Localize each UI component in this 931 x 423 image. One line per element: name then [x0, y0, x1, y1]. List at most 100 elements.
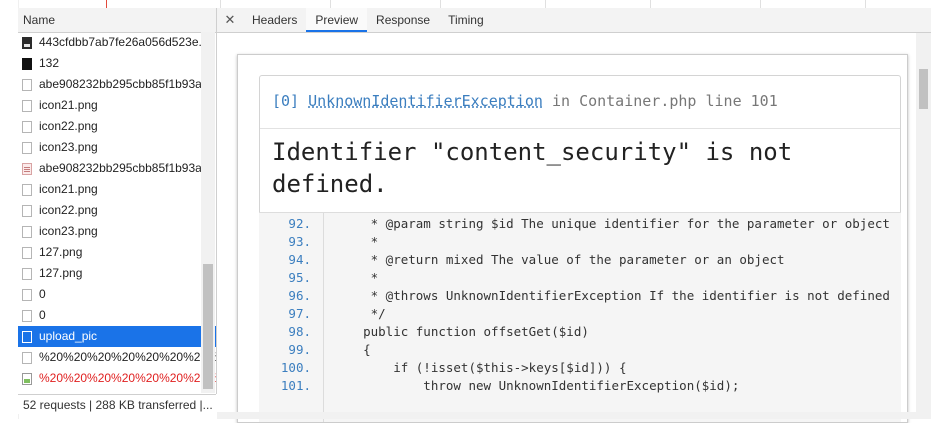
- code-line: 100. if (!isset($this->keys[$id])) {: [259, 359, 899, 377]
- request-row[interactable]: icon21.png: [18, 179, 216, 200]
- file-icon: [22, 204, 32, 217]
- line-number: 96.: [288, 288, 311, 303]
- tab-response[interactable]: Response: [367, 8, 439, 32]
- request-list: 443cfdbb7ab7fe26a056d523e... 132 abe908232…: [18, 32, 216, 389]
- exception-heading: [0] UnknownIdentifierException in Contai…: [272, 92, 778, 110]
- line-number: 95.: [288, 270, 311, 285]
- code-text: * @param string $id The unique identifie…: [333, 216, 890, 231]
- request-name: icon21.png: [39, 98, 98, 112]
- request-name: 132: [39, 56, 60, 70]
- tab-timing[interactable]: Timing: [439, 8, 493, 32]
- code-line: 95. *: [259, 269, 899, 287]
- request-name: icon22.png: [39, 203, 98, 217]
- file-icon: [22, 351, 32, 364]
- exception-index: [0]: [272, 92, 300, 110]
- tab-headers[interactable]: Headers: [243, 8, 306, 32]
- request-row[interactable]: abe908232bb295cbb85f1b93a: [18, 74, 216, 95]
- request-name: abe908232bb295cbb85f1b93a: [39, 77, 202, 91]
- request-row[interactable]: 0: [18, 305, 216, 326]
- code-text: *: [333, 270, 379, 285]
- divider: [260, 128, 900, 129]
- code-line: 96. * @throws UnknownIdentifierException…: [259, 287, 899, 305]
- request-row[interactable]: %20%20%20%20%20%20%20%2: [18, 347, 216, 368]
- request-name: icon23.png: [39, 224, 98, 238]
- request-name: 0: [39, 287, 46, 301]
- request-row[interactable]: 0: [18, 284, 216, 305]
- request-name: 443cfdbb7ab7fe26a056d523e...: [39, 35, 209, 49]
- ruler-tick: [760, 0, 761, 8]
- file-icon: [22, 309, 32, 322]
- exception-location: Container.php line 101: [579, 92, 778, 110]
- request-row[interactable]: abe908232bb295cbb85f1b93a: [18, 158, 216, 179]
- request-detail-panel: ✕ Headers Preview Response Timing [0] Un…: [217, 8, 931, 423]
- code-line: 92. * @param string $id The unique ident…: [259, 215, 899, 233]
- code-line: 93. *: [259, 233, 899, 251]
- code-line: 99. {: [259, 341, 899, 359]
- image-thumbnail-icon: [22, 36, 32, 49]
- code-text: public function offsetGet($id): [333, 324, 589, 339]
- network-status-bar: 52 requests | 288 KB transferred |...: [18, 394, 216, 414]
- ruler-tick: [220, 0, 221, 8]
- code-text: throw new UnknownIdentifierException($id…: [333, 378, 740, 393]
- request-row[interactable]: icon22.png: [18, 200, 216, 221]
- file-icon: [22, 225, 32, 238]
- code-line: 97. */: [259, 305, 899, 323]
- request-name: 0: [39, 308, 46, 322]
- request-name: upload_pic: [39, 329, 98, 343]
- broken-image-icon: [22, 372, 32, 385]
- scrollbar-thumb[interactable]: [919, 69, 928, 109]
- line-number: 97.: [288, 306, 311, 321]
- code-text: * @return mixed The value of the paramet…: [333, 252, 785, 267]
- code-text: *: [333, 234, 379, 249]
- request-row[interactable]: %20%20%20%20%20%20%20%2: [18, 368, 216, 389]
- line-number: 92.: [288, 216, 311, 231]
- request-row[interactable]: icon23.png: [18, 137, 216, 158]
- request-list-panel: Name 443cfdbb7ab7fe26a056d523e... 132 abe9…: [18, 8, 217, 394]
- request-name: icon22.png: [39, 119, 98, 133]
- ruler-tick: [330, 0, 331, 8]
- ruler-marker: [106, 0, 107, 8]
- left-gutter: [0, 0, 19, 419]
- request-row[interactable]: icon22.png: [18, 116, 216, 137]
- file-icon: [22, 288, 32, 301]
- line-number: 100.: [280, 360, 311, 375]
- line-number: 101.: [280, 378, 311, 393]
- source-code-block: 92. * @param string $id The unique ident…: [259, 212, 901, 422]
- line-number: 98.: [288, 324, 311, 339]
- request-row[interactable]: icon21.png: [18, 95, 216, 116]
- ruler-tick: [650, 0, 651, 8]
- request-row[interactable]: 127.png: [18, 242, 216, 263]
- request-name: icon23.png: [39, 140, 98, 154]
- code-text: {: [333, 342, 371, 357]
- request-name: 127.png: [39, 266, 83, 280]
- file-icon: [22, 99, 32, 112]
- request-row[interactable]: 443cfdbb7ab7fe26a056d523e...: [18, 32, 216, 53]
- ruler-tick: [440, 0, 441, 8]
- name-column-header[interactable]: Name: [18, 8, 216, 33]
- file-icon: [22, 330, 32, 343]
- detail-tabbar: ✕ Headers Preview Response Timing: [217, 8, 931, 33]
- close-icon[interactable]: ✕: [217, 8, 243, 32]
- line-number: 94.: [288, 252, 311, 267]
- request-row[interactable]: 127.png: [18, 263, 216, 284]
- request-row[interactable]: icon23.png: [18, 221, 216, 242]
- preview-scrollbar[interactable]: [916, 33, 931, 419]
- line-number: 93.: [288, 234, 311, 249]
- code-text: */: [333, 306, 386, 321]
- code-text: * @throws UnknownIdentifierException If …: [333, 288, 890, 303]
- ruler-tick: [545, 0, 546, 8]
- exception-class-link[interactable]: UnknownIdentifierException: [308, 92, 543, 110]
- file-icon: [22, 267, 32, 280]
- preview-pane: [0] UnknownIdentifierException in Contai…: [217, 33, 931, 423]
- request-row[interactable]: 132: [18, 53, 216, 74]
- request-row[interactable]: upload_pic: [18, 326, 216, 347]
- tab-preview[interactable]: Preview: [306, 8, 368, 32]
- error-page-card: [0] UnknownIdentifierException in Contai…: [237, 54, 908, 423]
- scrollbar-thumb[interactable]: [203, 264, 213, 389]
- exception-box: [0] UnknownIdentifierException in Contai…: [259, 75, 901, 212]
- exception-in-word: in: [551, 92, 571, 110]
- request-list-scrollbar[interactable]: [201, 32, 215, 393]
- ruler-tick: [865, 0, 866, 8]
- document-icon: [22, 162, 32, 175]
- horizontal-scrollbar[interactable]: [217, 412, 931, 419]
